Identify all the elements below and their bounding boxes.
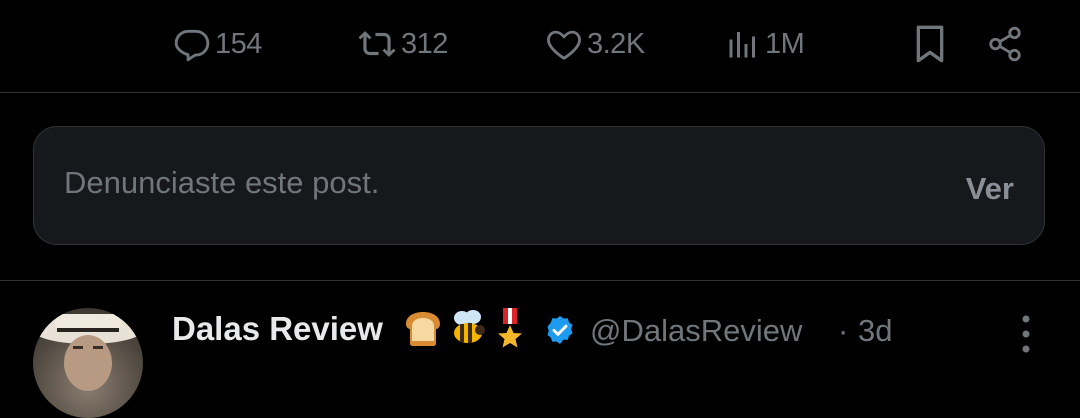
like-button[interactable]: 3.2K	[545, 22, 645, 66]
post-action-bar: 154 312 3.2K 1M	[0, 0, 1080, 92]
views-icon	[729, 32, 755, 58]
repost-button[interactable]: 312	[357, 22, 448, 66]
bread-emoji	[402, 308, 444, 353]
author-handle[interactable]: @DalasReview	[590, 313, 802, 349]
views-count: 1M	[765, 27, 805, 60]
share-button[interactable]	[986, 22, 1024, 66]
like-count: 3.2K	[587, 27, 645, 60]
post-time[interactable]: 3d	[858, 313, 892, 349]
next-post-header[interactable]: Dalas Review @DalasReview · 3d	[0, 282, 1080, 418]
separator: ·	[838, 313, 849, 348]
views-button[interactable]: 1M	[725, 22, 805, 66]
medal-emoji	[492, 308, 528, 355]
reply-icon	[174, 29, 210, 62]
reply-count: 154	[215, 27, 262, 60]
avatar[interactable]	[33, 308, 143, 418]
heart-icon	[547, 30, 581, 60]
bookmark-icon	[916, 25, 944, 63]
author-name[interactable]: Dalas Review	[172, 310, 383, 348]
reported-message: Denunciaste este post.	[64, 165, 380, 200]
repost-icon	[358, 31, 396, 57]
more-vertical-icon[interactable]	[1014, 312, 1038, 357]
repost-count: 312	[401, 27, 448, 60]
share-icon	[989, 26, 1021, 62]
bookmark-button[interactable]	[913, 22, 947, 66]
reply-button[interactable]: 154	[173, 22, 262, 66]
view-button[interactable]: Ver	[966, 171, 1014, 207]
reported-post-notice: Denunciaste este post. Ver	[33, 126, 1045, 245]
divider	[0, 92, 1080, 93]
bee-emoji	[446, 308, 488, 353]
divider	[0, 280, 1080, 281]
verified-badge-icon	[544, 314, 576, 351]
